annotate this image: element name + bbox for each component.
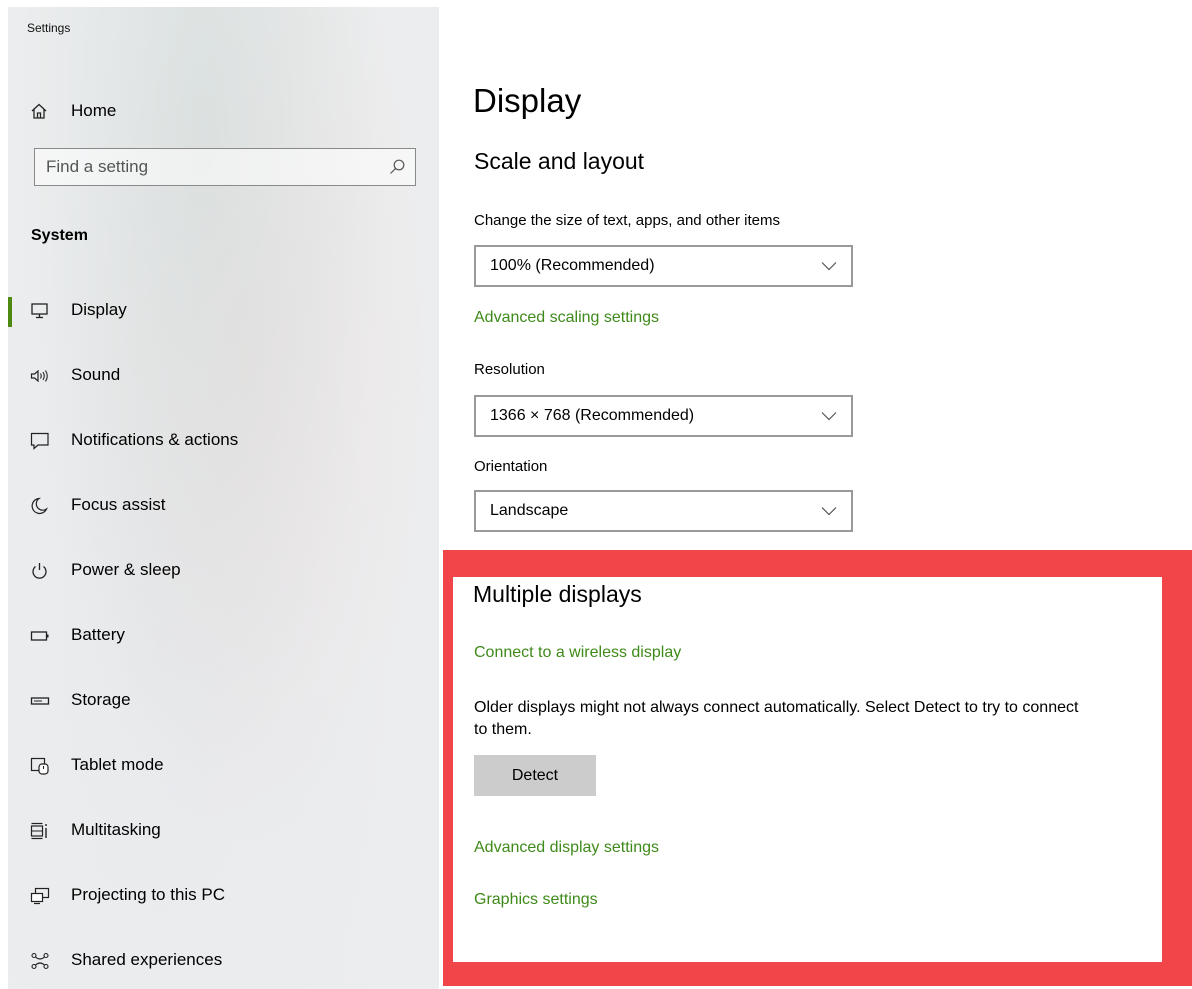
graphics-settings-link[interactable]: Graphics settings: [474, 891, 598, 909]
sidebar-item-label: Multitasking: [71, 820, 161, 839]
chevron-down-icon: [821, 412, 837, 421]
detect-description: Older displays might not always connect …: [474, 699, 1079, 738]
sidebar-item-label: Battery: [71, 625, 125, 644]
page-title: Display: [473, 82, 582, 119]
advanced-scaling-link[interactable]: Advanced scaling settings: [474, 309, 659, 327]
sidebar-item-power-sleep[interactable]: Power & sleep: [8, 547, 439, 595]
sidebar-item-shared-experiences[interactable]: Shared experiences: [8, 937, 439, 985]
sidebar-item-battery[interactable]: Battery: [8, 612, 439, 660]
multitasking-icon: [30, 822, 47, 840]
sidebar-item-projecting[interactable]: Projecting to this PC: [8, 872, 439, 920]
sidebar-item-sound[interactable]: Sound: [8, 352, 439, 400]
notification-icon: [30, 432, 49, 450]
resolution-dropdown[interactable]: 1366 × 768 (Recommended): [474, 395, 853, 437]
power-icon: [32, 563, 47, 579]
chevron-down-icon: [821, 507, 837, 516]
sidebar-home-label: Home: [71, 101, 117, 120]
sidebar-item-label: Notifications & actions: [71, 430, 239, 449]
search-box: [34, 148, 416, 186]
projecting-icon: [30, 887, 50, 905]
sidebar-item-display[interactable]: Display: [8, 287, 439, 335]
scale-layout-heading: Scale and layout: [474, 148, 645, 174]
detect-button[interactable]: Detect: [474, 755, 596, 796]
search-icon[interactable]: [389, 159, 405, 175]
settings-window: Settings Home System Display: [0, 0, 1192, 989]
connect-wireless-display-link[interactable]: Connect to a wireless display: [474, 644, 681, 662]
section-heading-system: System: [31, 227, 88, 244]
multiple-displays-heading: Multiple displays: [473, 581, 642, 607]
battery-icon: [30, 631, 49, 641]
sidebar-item-label: Display: [71, 300, 127, 319]
resolution-label: Resolution: [474, 361, 545, 378]
sidebar-item-notifications[interactable]: Notifications & actions: [8, 417, 439, 465]
resolution-dropdown-value: 1366 × 768 (Recommended): [490, 407, 695, 424]
sidebar-item-multitasking[interactable]: Multitasking: [8, 807, 439, 855]
active-indicator: [8, 297, 12, 327]
sidebar: Settings Home System Display: [8, 7, 439, 989]
home-icon: [31, 103, 47, 119]
search-input[interactable]: [35, 149, 375, 185]
sidebar-item-label: Focus assist: [71, 495, 166, 514]
orientation-label: Orientation: [474, 458, 548, 475]
shared-experiences-icon: [31, 952, 49, 970]
sidebar-item-storage[interactable]: Storage: [8, 677, 439, 725]
sidebar-home[interactable]: Home: [8, 89, 439, 133]
storage-icon: [30, 697, 50, 705]
orientation-dropdown[interactable]: Landscape: [474, 490, 853, 532]
window-title: Settings: [27, 21, 71, 35]
sidebar-item-label: Power & sleep: [71, 560, 181, 579]
size-label: Change the size of text, apps, and other…: [474, 212, 781, 229]
monitor-icon: [31, 303, 48, 319]
sidebar-item-label: Tablet mode: [71, 755, 164, 774]
scale-dropdown-value: 100% (Recommended): [490, 257, 655, 274]
orientation-dropdown-value: Landscape: [490, 502, 569, 519]
tablet-mode-icon: [30, 757, 49, 775]
speaker-icon: [30, 369, 48, 383]
sidebar-item-label: Projecting to this PC: [71, 885, 226, 904]
sidebar-item-label: Sound: [71, 365, 121, 384]
sidebar-item-focus-assist[interactable]: Focus assist: [8, 482, 439, 530]
sidebar-item-label: Storage: [71, 690, 131, 709]
scale-dropdown[interactable]: 100% (Recommended): [474, 245, 853, 287]
advanced-display-settings-link[interactable]: Advanced display settings: [474, 839, 659, 857]
moon-icon: [31, 497, 48, 515]
sidebar-item-tablet-mode[interactable]: Tablet mode: [8, 742, 439, 790]
sidebar-item-label: Shared experiences: [71, 950, 223, 969]
chevron-down-icon: [821, 262, 837, 271]
